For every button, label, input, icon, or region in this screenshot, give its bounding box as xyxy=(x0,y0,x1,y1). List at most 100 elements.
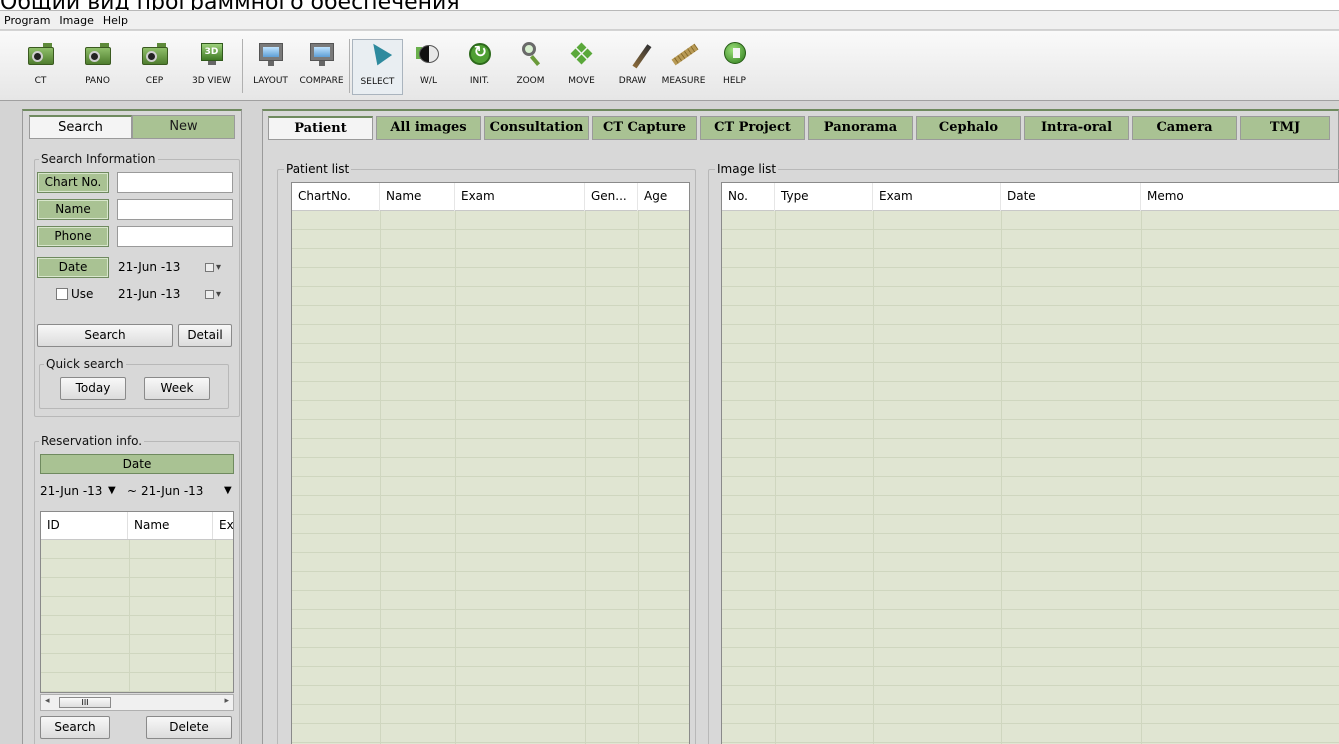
tab-patient[interactable]: Patient xyxy=(268,116,373,140)
reservation-to-dropdown-icon[interactable]: ▼ xyxy=(224,481,232,501)
patient-list-legend: Patient list xyxy=(284,162,352,176)
image-list-legend: Image list xyxy=(715,162,779,176)
tab-panorama[interactable]: Panorama xyxy=(808,116,913,140)
tab-ct-capture[interactable]: CT Capture xyxy=(592,116,697,140)
tab-consultation[interactable]: Consultation xyxy=(484,116,589,140)
date-to-calendar-dropdown[interactable]: ▾ xyxy=(205,286,227,304)
app-window: Program Image Help CT PANO CEP 3D 3D VIE… xyxy=(0,10,1339,744)
column-header-exam[interactable]: Exam xyxy=(873,183,1001,211)
reservation-to-date[interactable]: 21-Jun -13 xyxy=(141,481,203,501)
reservation-from-dropdown-icon[interactable]: ▼ xyxy=(108,481,116,501)
main-tabs: Patient All images Consultation CT Captu… xyxy=(268,116,1338,140)
search-information-legend: Search Information xyxy=(39,152,158,166)
menu-bar: Program Image Help xyxy=(0,11,1339,30)
select-button[interactable]: SELECT xyxy=(352,38,403,95)
wl-button[interactable]: W/L xyxy=(403,39,454,95)
help-button[interactable]: HELP xyxy=(709,39,760,95)
tab-all-images[interactable]: All images xyxy=(376,116,481,140)
today-button[interactable]: Today xyxy=(60,377,126,400)
pano-camera-icon xyxy=(84,41,111,67)
tab-cephalo[interactable]: Cephalo xyxy=(916,116,1021,140)
patient-table-header: ChartNo. Name Exam Gen... Age xyxy=(292,183,689,211)
ct-button[interactable]: CT xyxy=(12,39,69,95)
column-header-memo[interactable]: Memo xyxy=(1141,183,1339,211)
patient-list-group: Patient list ChartNo. Name Exam Gen... A… xyxy=(277,162,696,744)
brush-icon xyxy=(620,41,651,69)
phone-input[interactable] xyxy=(117,226,233,247)
chart-no-input[interactable] xyxy=(117,172,233,193)
patient-table: ChartNo. Name Exam Gen... Age xyxy=(291,182,690,744)
scroll-right-arrow-icon[interactable]: ▸ xyxy=(224,696,229,706)
tab-intra-oral[interactable]: Intra-oral xyxy=(1024,116,1129,140)
scroll-thumb[interactable]: III xyxy=(59,697,111,708)
quick-search-legend: Quick search xyxy=(44,357,126,371)
refresh-icon xyxy=(467,41,493,67)
calendar-icon xyxy=(205,262,214,272)
image-list-group: Image list No. Type Exam Date Memo xyxy=(708,162,1339,744)
name-input[interactable] xyxy=(117,199,233,220)
compare-label: COMPARE xyxy=(299,76,344,86)
cep-button[interactable]: CEP xyxy=(126,39,183,95)
column-header-id[interactable]: ID xyxy=(41,512,128,539)
move-arrows-icon xyxy=(569,41,595,67)
date-label: Date xyxy=(37,257,109,278)
date-from-calendar-dropdown[interactable]: ▾ xyxy=(205,259,227,277)
column-header-exam[interactable]: Ex xyxy=(213,512,233,539)
pano-label: PANO xyxy=(85,76,110,86)
menu-image[interactable]: Image xyxy=(59,14,93,27)
column-header-age[interactable]: Age xyxy=(638,183,689,211)
date-to-field[interactable]: 21-Jun -13 xyxy=(118,284,180,304)
column-header-gender[interactable]: Gen... xyxy=(585,183,638,211)
date-from-field[interactable]: 21-Jun -13 xyxy=(118,257,180,277)
reservation-search-button[interactable]: Search xyxy=(40,716,110,739)
search-button[interactable]: Search xyxy=(37,324,173,347)
menu-program[interactable]: Program xyxy=(4,14,50,27)
image-table-rows xyxy=(722,211,1339,744)
help-label: HELP xyxy=(723,76,746,86)
init-label: INIT. xyxy=(469,76,490,86)
quick-search-group: Quick search Today Week xyxy=(39,357,229,409)
column-header-no[interactable]: No. xyxy=(722,183,775,211)
3d-view-label: 3D VIEW xyxy=(192,76,231,86)
select-arrow-icon xyxy=(365,38,392,68)
use-checkbox[interactable]: Use xyxy=(56,287,93,301)
column-header-date[interactable]: Date xyxy=(1001,183,1141,211)
reservation-horizontal-scrollbar[interactable]: ◂ III ▸ xyxy=(40,694,234,711)
column-header-chartno[interactable]: ChartNo. xyxy=(292,183,380,211)
toolbar-separator xyxy=(242,39,243,93)
draw-button[interactable]: DRAW xyxy=(607,39,658,95)
week-button[interactable]: Week xyxy=(144,377,210,400)
tab-search[interactable]: Search xyxy=(29,115,132,139)
tab-ct-project[interactable]: CT Project xyxy=(700,116,805,140)
column-header-type[interactable]: Type xyxy=(775,183,873,211)
detail-button[interactable]: Detail xyxy=(178,324,232,347)
name-label: Name xyxy=(37,199,109,220)
reservation-date-header: Date xyxy=(40,454,234,474)
window-level-icon xyxy=(415,41,442,67)
init-button[interactable]: INIT. xyxy=(454,39,505,95)
reservation-from-date[interactable]: 21-Jun -13 xyxy=(40,481,102,501)
reservation-delete-button[interactable]: Delete xyxy=(146,716,232,739)
menu-help[interactable]: Help xyxy=(103,14,128,27)
checkbox-box[interactable] xyxy=(56,288,68,300)
layout-button[interactable]: LAYOUT xyxy=(245,39,296,95)
measure-button[interactable]: MEASURE xyxy=(658,39,709,95)
toolbar: CT PANO CEP 3D 3D VIEW LAYOUT COMPARE SE… xyxy=(0,31,1339,101)
magnifier-icon xyxy=(518,41,544,67)
compare-button[interactable]: COMPARE xyxy=(296,39,347,95)
scroll-left-arrow-icon[interactable]: ◂ xyxy=(45,696,50,706)
measure-label: MEASURE xyxy=(661,76,706,86)
tab-camera[interactable]: Camera xyxy=(1132,116,1237,140)
cep-camera-icon xyxy=(141,41,168,67)
tab-tmj[interactable]: TMJ xyxy=(1240,116,1330,140)
column-header-exam[interactable]: Exam xyxy=(455,183,585,211)
zoom-button[interactable]: ZOOM xyxy=(505,39,556,95)
pano-button[interactable]: PANO xyxy=(69,39,126,95)
column-header-name[interactable]: Name xyxy=(128,512,213,539)
reservation-info-group: Reservation info. Date 21-Jun -13 ▼ ~ 21… xyxy=(34,434,240,744)
select-label: SELECT xyxy=(360,77,395,87)
column-header-name[interactable]: Name xyxy=(380,183,455,211)
3d-view-button[interactable]: 3D 3D VIEW xyxy=(183,39,240,95)
move-button[interactable]: MOVE xyxy=(556,39,607,95)
tab-new[interactable]: New xyxy=(132,115,235,139)
